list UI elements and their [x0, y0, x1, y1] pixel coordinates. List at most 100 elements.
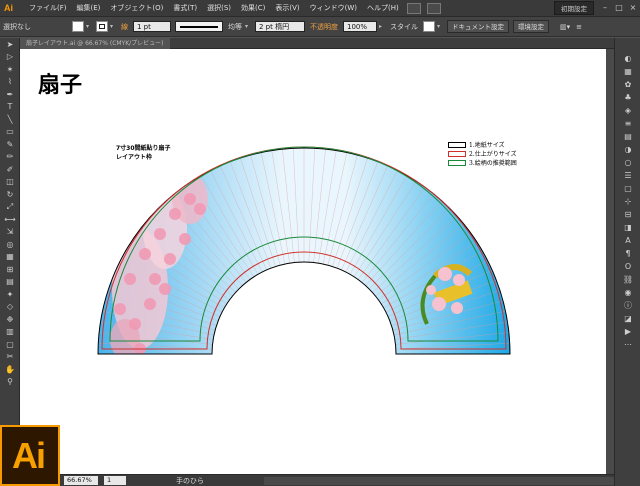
blossom	[184, 193, 196, 205]
transparency-icon[interactable]: ◑	[615, 143, 640, 156]
pathfinder-icon[interactable]: ◨	[615, 221, 640, 234]
chevron-right-icon[interactable]: ▸	[379, 21, 387, 32]
line-tool-icon[interactable]: ╲	[0, 113, 20, 126]
blossom	[159, 283, 171, 295]
align-icon[interactable]: ⊟	[615, 208, 640, 221]
menu-effect[interactable]: 効果(C)	[236, 3, 270, 13]
chevron-down-icon[interactable]: ▾	[245, 21, 253, 32]
rotate-icon[interactable]: ↻	[0, 188, 20, 201]
transform-icon[interactable]: ⊹	[615, 195, 640, 208]
blend-icon[interactable]: ◇	[0, 301, 20, 314]
links-icon[interactable]: ⛓	[615, 273, 640, 286]
stroke-weight-field[interactable]: 1 pt	[133, 21, 171, 32]
eyedropper-icon[interactable]: ✦	[0, 288, 20, 301]
menu-help[interactable]: ヘルプ(H)	[362, 3, 404, 13]
panel-menu-icon[interactable]: ≡	[573, 23, 585, 31]
blossom	[129, 318, 141, 330]
layers-icon[interactable]: ☰	[615, 169, 640, 182]
shape-builder-icon[interactable]: ◎	[0, 238, 20, 251]
graphic-styles-icon[interactable]: ◈	[615, 104, 640, 117]
opentype-icon[interactable]: O	[615, 260, 640, 273]
vertical-scrollbar[interactable]	[606, 49, 614, 474]
stroke-icon[interactable]: ≡	[615, 117, 640, 130]
blossom	[194, 203, 206, 215]
workspace-switcher[interactable]: 初期設定	[554, 1, 594, 15]
opacity-field[interactable]: 100%	[343, 21, 377, 32]
mesh-icon[interactable]: ⊞	[0, 263, 20, 276]
swatches-icon[interactable]: ▦	[615, 65, 640, 78]
graphic-style-swatch[interactable]	[423, 21, 435, 32]
hand-icon[interactable]: ✋	[0, 363, 20, 376]
artboard-number-field[interactable]: 1	[104, 476, 126, 485]
zoom-field[interactable]: 66.67%	[64, 476, 98, 485]
menu-object[interactable]: オブジェクト(O)	[105, 3, 168, 13]
fan-artwork[interactable]	[20, 49, 614, 474]
stroke-swatch[interactable]	[96, 21, 108, 32]
zoom-icon[interactable]: ⚲	[0, 376, 20, 389]
bridge-icon[interactable]	[406, 2, 421, 14]
document-tab-bar: 扇子レイアウト.ai @ 66.67% (CMYK/プレビュー)	[20, 38, 614, 49]
variable-width-profile[interactable]	[175, 21, 223, 32]
color-panel-icon[interactable]: ◐	[615, 52, 640, 65]
blob-brush-icon[interactable]: ✐	[0, 163, 20, 176]
menu-type[interactable]: 書式(T)	[168, 3, 202, 13]
profile-label: 均等	[228, 22, 242, 31]
width-icon[interactable]: ⟷	[0, 213, 20, 226]
menu-file[interactable]: ファイル(F)	[24, 3, 72, 13]
brush-definition-field[interactable]: 2 pt 楕円	[255, 21, 305, 32]
column-graph-icon[interactable]: ▥	[0, 326, 20, 339]
character-icon[interactable]: A	[615, 234, 640, 247]
arrange-icon[interactable]: ▥▾	[557, 23, 573, 31]
pen-tool-icon[interactable]: ✒	[0, 88, 20, 101]
symbols-icon[interactable]: ♣	[615, 91, 640, 104]
attributes-icon[interactable]: ◪	[615, 312, 640, 325]
menu-view[interactable]: 表示(V)	[270, 3, 304, 13]
navigator-icon[interactable]: ◉	[615, 286, 640, 299]
selection-tool-icon[interactable]: ➤	[0, 38, 20, 51]
preferences-button[interactable]: 環境設定	[513, 20, 549, 33]
menu-edit[interactable]: 編集(E)	[72, 3, 106, 13]
arrange-documents-icon[interactable]	[426, 2, 441, 14]
perspective-icon[interactable]: ▦	[0, 251, 20, 264]
gradient-icon[interactable]: ▤	[0, 276, 20, 289]
chevron-down-icon[interactable]: ▾	[86, 21, 94, 32]
chevron-down-icon[interactable]: ▾	[110, 21, 118, 32]
appearance-icon[interactable]: ○	[615, 156, 640, 169]
actions-icon[interactable]: ▶	[615, 325, 640, 338]
gradient-panel-icon[interactable]: ▤	[615, 130, 640, 143]
free-transform-icon[interactable]: ⇲	[0, 226, 20, 239]
maximize-button[interactable]: □	[612, 2, 626, 14]
pencil-icon[interactable]: ✏	[0, 151, 20, 164]
type-tool-icon[interactable]: T	[0, 101, 20, 114]
chevron-down-icon[interactable]: ▾	[437, 21, 445, 32]
variables-icon[interactable]: ⋯	[615, 338, 640, 351]
minimize-button[interactable]: –	[598, 2, 612, 14]
blossom	[149, 273, 161, 285]
magic-wand-icon[interactable]: ✶	[0, 63, 20, 76]
symbol-sprayer-icon[interactable]: ❉	[0, 313, 20, 326]
brushes-icon[interactable]: ✿	[615, 78, 640, 91]
fill-swatch[interactable]	[72, 21, 84, 32]
app-logo: Ai	[4, 3, 13, 13]
lasso-icon[interactable]: ⌇	[0, 76, 20, 89]
eraser-icon[interactable]: ◫	[0, 176, 20, 189]
rectangle-tool-icon[interactable]: ▭	[0, 126, 20, 139]
artboard-icon[interactable]: ▢	[0, 338, 20, 351]
slice-icon[interactable]: ✂	[0, 351, 20, 364]
menu-select[interactable]: 選択(S)	[202, 3, 236, 13]
horizontal-scrollbar[interactable]	[264, 476, 614, 485]
artboard-canvas[interactable]: 扇子 7寸30間紙貼り扇子 レイアウト枠 1.地紙サイズ 2.仕上がりサイズ 3…	[20, 49, 614, 474]
document-tab[interactable]: 扇子レイアウト.ai @ 66.67% (CMYK/プレビュー)	[20, 38, 170, 49]
menu-window[interactable]: ウィンドウ(W)	[305, 3, 362, 13]
document-setup-button[interactable]: ドキュメント設定	[447, 20, 509, 33]
paintbrush-icon[interactable]: ✎	[0, 138, 20, 151]
current-tool-label: 手のひら	[176, 476, 204, 485]
opacity-label[interactable]: 不透明度	[307, 22, 341, 32]
paragraph-icon[interactable]: ¶	[615, 247, 640, 260]
info-icon[interactable]: ⓘ	[615, 299, 640, 312]
stroke-label[interactable]: 線	[118, 22, 131, 32]
scale-icon[interactable]: ⤢	[0, 201, 20, 214]
close-button[interactable]: ×	[626, 2, 640, 14]
direct-selection-tool-icon[interactable]: ▷	[0, 51, 20, 64]
artboards-icon[interactable]: ▢	[615, 182, 640, 195]
